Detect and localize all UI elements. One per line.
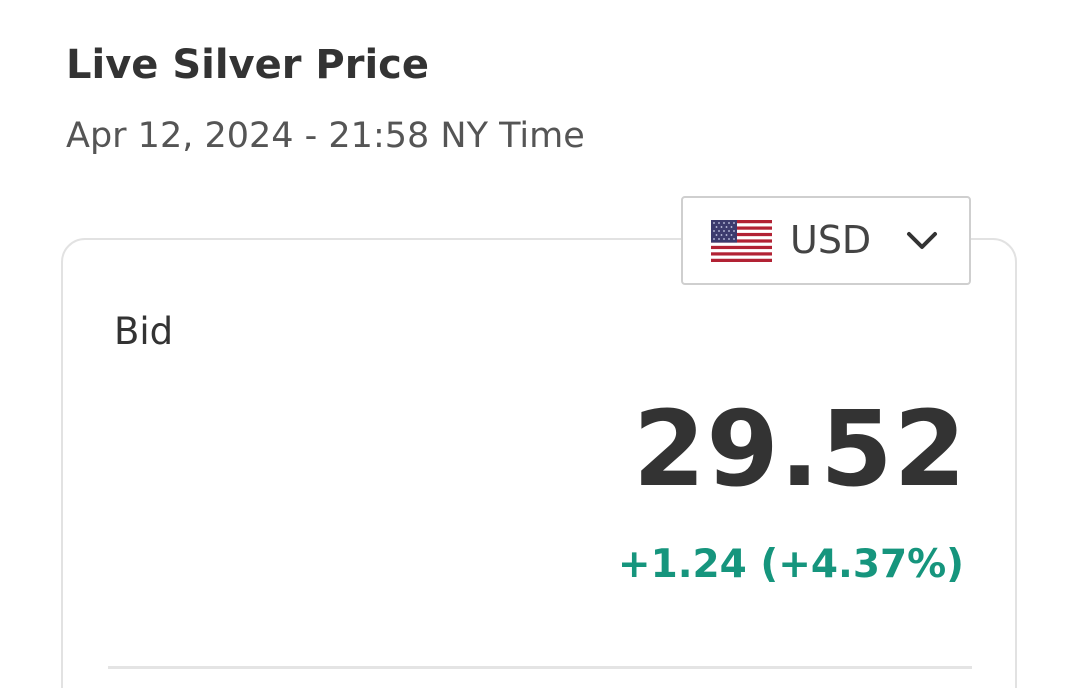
silver-price-widget: Live Silver Price Apr 12, 2024 - 21:58 N… xyxy=(0,0,1080,688)
bid-price: 29.52 xyxy=(633,388,967,510)
selected-currency: USD xyxy=(790,218,872,262)
price-change: +1.24 (+4.37%) xyxy=(617,542,964,587)
price-timestamp: Apr 12, 2024 - 21:58 NY Time xyxy=(66,116,585,156)
us-flag-icon xyxy=(711,220,772,262)
bid-label: Bid xyxy=(114,310,174,353)
currency-dropdown[interactable]: USD xyxy=(681,196,971,285)
page-title: Live Silver Price xyxy=(66,42,430,88)
divider xyxy=(108,666,972,669)
chevron-down-icon xyxy=(907,232,937,249)
